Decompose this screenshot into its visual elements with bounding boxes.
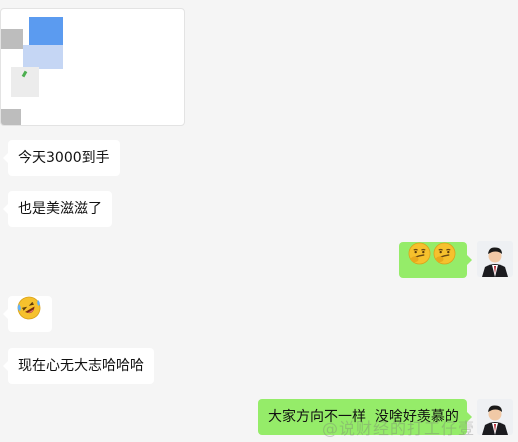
- smirking-face-emoji-icon: [433, 242, 456, 279]
- incoming-message-bubble[interactable]: 现在心无大志哈哈哈: [3, 348, 154, 384]
- incoming-message-bubble[interactable]: 也是美滋滋了: [3, 191, 112, 227]
- incoming-message-bubble[interactable]: 今天3000到手: [3, 140, 120, 176]
- message-text: 今天3000到手: [18, 150, 110, 166]
- image-blur-block: [1, 109, 21, 125]
- image-blur-block: [23, 45, 63, 69]
- user-avatar[interactable]: [477, 241, 513, 277]
- message-text: 现在心无大志哈哈哈: [18, 358, 144, 374]
- rolling-laughing-face-emoji-icon: [17, 296, 41, 334]
- user-avatar[interactable]: [477, 399, 513, 435]
- message-text: 也是美滋滋了: [18, 201, 102, 217]
- person-in-suit-icon: [477, 241, 513, 277]
- image-message-thumbnail[interactable]: [0, 8, 185, 126]
- outgoing-emoji-bubble[interactable]: [399, 242, 472, 279]
- incoming-emoji-bubble[interactable]: [3, 296, 52, 334]
- image-blur-block: [1, 29, 23, 49]
- watermark: @说财经的打工仔壹: [322, 419, 476, 438]
- smirking-face-emoji-icon: [408, 242, 431, 279]
- person-in-suit-icon: [477, 399, 513, 435]
